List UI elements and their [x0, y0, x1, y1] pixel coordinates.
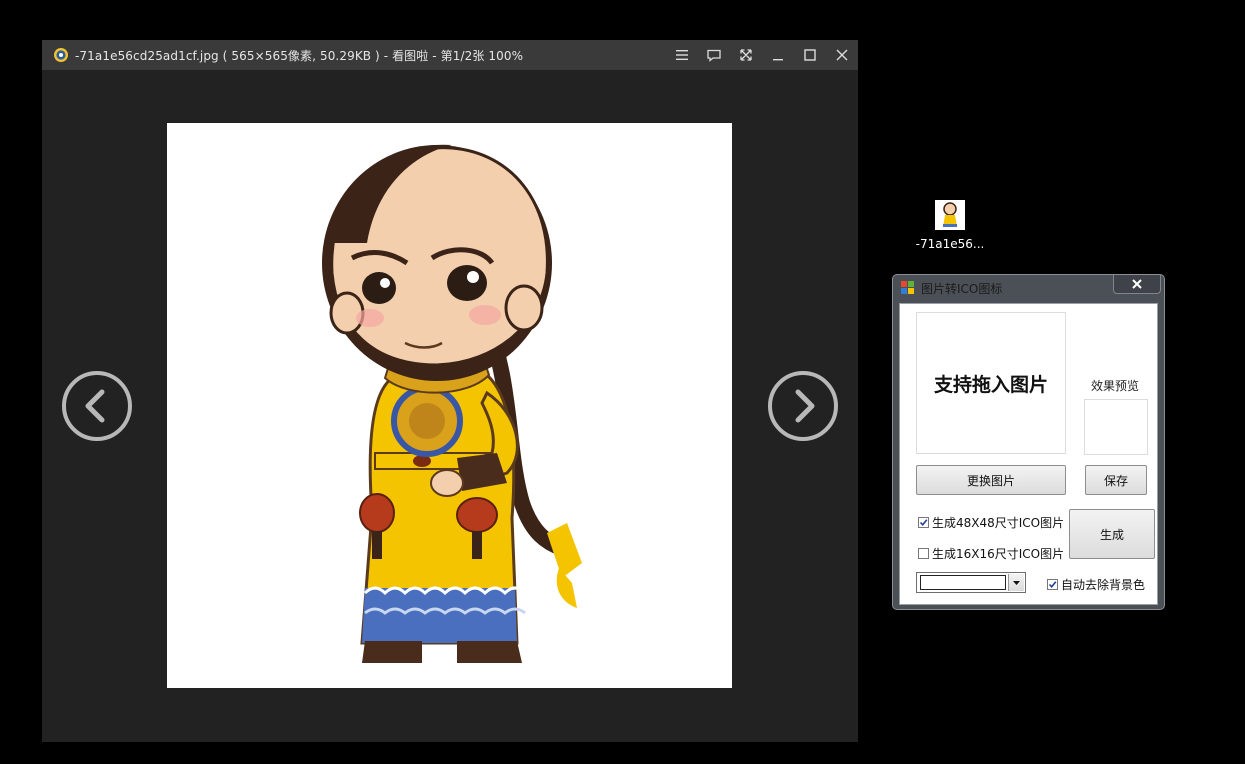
fullscreen-button[interactable] — [730, 40, 762, 70]
ico-converter-dialog: 图片转ICO图标 支持拖入图片 效果预览 更换图片 保存 生成48X48尺寸IC… — [892, 274, 1165, 610]
change-image-button[interactable]: 更换图片 — [916, 465, 1066, 495]
dialog-title: 图片转ICO图标 — [921, 282, 1003, 296]
generate-button[interactable]: 生成 — [1069, 509, 1155, 559]
desktop-file-label: -71a1e56... — [915, 237, 985, 251]
viewer-titlebar[interactable]: -71a1e56cd25ad1cf.jpg ( 565×565像素, 50.29… — [42, 40, 858, 70]
maximize-icon — [804, 49, 816, 61]
dropdown-arrow-icon — [1013, 580, 1020, 585]
image-viewer-window: -71a1e56cd25ad1cf.jpg ( 565×565像素, 50.29… — [42, 40, 858, 742]
maximize-button[interactable] — [794, 40, 826, 70]
minimize-icon — [773, 59, 783, 61]
save-button[interactable]: 保存 — [1085, 465, 1147, 495]
windows-logo-icon — [901, 281, 914, 294]
chevron-right-icon — [768, 371, 838, 441]
chevron-left-icon — [62, 371, 132, 441]
option-48-row[interactable]: 生成48X48尺寸ICO图片 — [918, 514, 1064, 531]
option-16-label: 生成16X16尺寸ICO图片 — [932, 547, 1065, 561]
image-drop-area[interactable]: 支持拖入图片 — [916, 312, 1066, 454]
desktop-file-icon[interactable]: -71a1e56... — [914, 200, 986, 251]
remove-bg-checkbox[interactable] — [1047, 579, 1058, 590]
image-file-thumbnail-icon — [935, 200, 965, 230]
menu-button[interactable] — [666, 40, 698, 70]
cartoon-emperor-illustration — [322, 144, 582, 663]
preview-label: 效果预览 — [1091, 379, 1140, 393]
remove-bg-row[interactable]: 自动去除背景色 — [1047, 576, 1145, 593]
option-48-label: 生成48X48尺寸ICO图片 — [932, 516, 1065, 530]
next-image-button[interactable] — [767, 370, 839, 442]
option-16-checkbox[interactable] — [918, 548, 929, 559]
close-icon — [836, 49, 848, 61]
dialog-titlebar[interactable]: 图片转ICO图标 — [893, 275, 1164, 301]
option-16-row[interactable]: 生成16X16尺寸ICO图片 — [918, 545, 1064, 562]
close-button[interactable] — [826, 40, 858, 70]
checkmark-icon — [1048, 581, 1057, 589]
selected-color-swatch — [920, 575, 1006, 590]
app-logo-icon — [54, 48, 68, 62]
dialog-close-button[interactable] — [1113, 275, 1161, 294]
fullscreen-icon — [740, 49, 752, 61]
displayed-photo — [167, 123, 732, 688]
minimize-button[interactable] — [762, 40, 794, 70]
icon-preview-box — [1084, 399, 1148, 455]
menu-icon — [676, 50, 688, 60]
checkmark-icon — [919, 519, 928, 527]
remove-bg-label: 自动去除背景色 — [1061, 578, 1146, 592]
comment-button[interactable] — [698, 40, 730, 70]
option-48-checkbox[interactable] — [918, 517, 929, 528]
viewer-title: -71a1e56cd25ad1cf.jpg ( 565×565像素, 50.29… — [75, 48, 524, 63]
comment-icon — [707, 49, 721, 62]
close-icon — [1132, 279, 1142, 289]
dialog-client-area: 支持拖入图片 效果预览 更换图片 保存 生成48X48尺寸ICO图片 生成16X… — [899, 303, 1158, 605]
select-dropdown-button[interactable] — [1008, 574, 1024, 591]
background-color-select[interactable] — [916, 572, 1026, 593]
previous-image-button[interactable] — [61, 370, 133, 442]
drop-area-text: 支持拖入图片 — [933, 373, 1048, 396]
